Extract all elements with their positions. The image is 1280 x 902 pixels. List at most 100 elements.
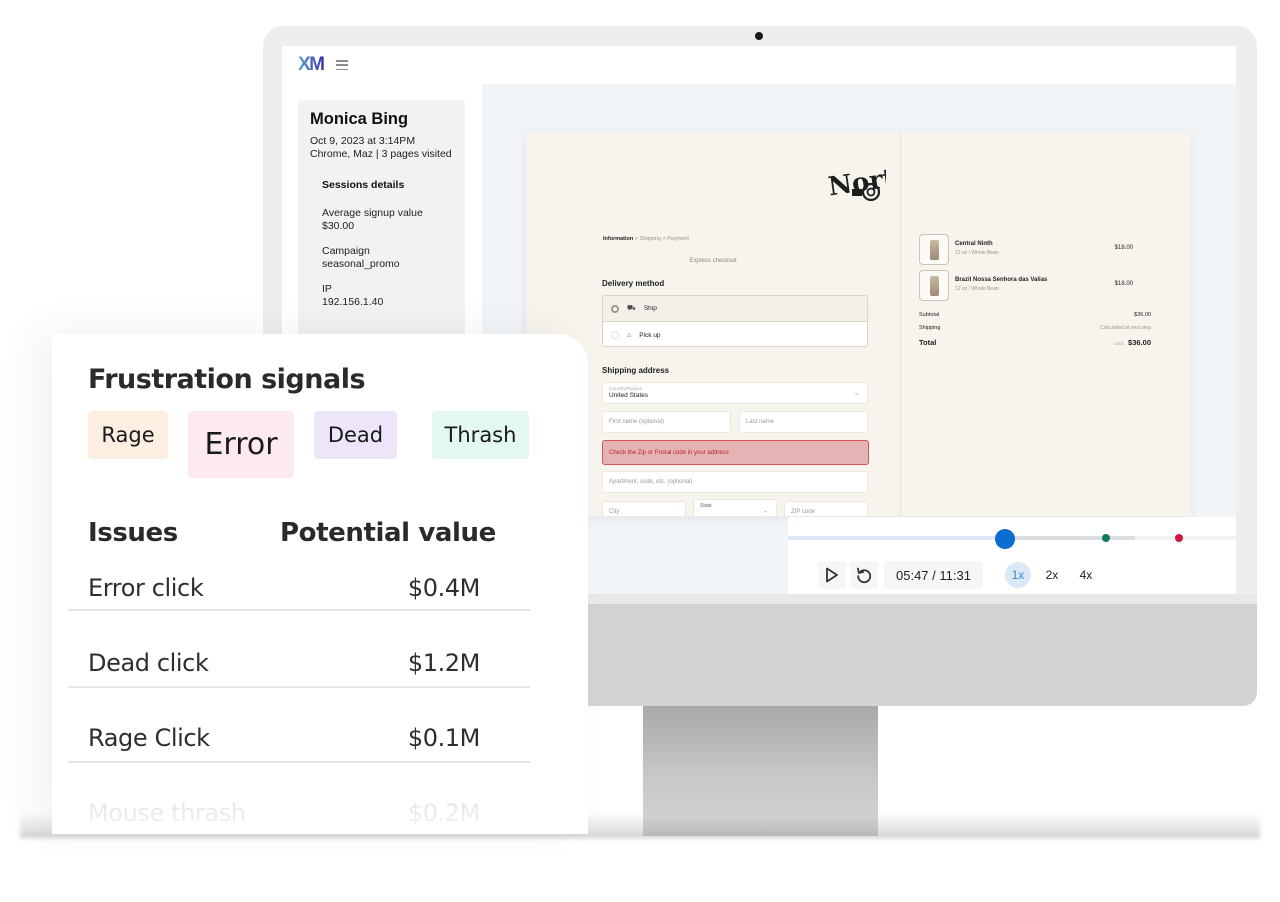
hamburger-icon[interactable] xyxy=(335,60,348,70)
player-controls: 05:47 / 11:31 1x 2x 4x xyxy=(818,561,1099,589)
truck-icon: ⛟ xyxy=(627,305,636,312)
issue-name: Mouse thrash xyxy=(88,799,246,827)
radio-unselected[interactable] xyxy=(611,331,619,339)
item-price: $18.00 xyxy=(1114,245,1133,251)
total-row: Total USD $36.00 xyxy=(919,338,1151,347)
session-device-info: Chrome, Maz | 3 pages visited xyxy=(310,148,452,160)
issue-row[interactable]: Mouse thrash $0.2M xyxy=(68,763,530,838)
issue-value: $1.2M xyxy=(407,649,481,677)
detail-value: $30.00 xyxy=(322,220,355,232)
last-name-input[interactable]: Last name xyxy=(739,411,868,433)
first-name-input[interactable]: First name (optional) xyxy=(602,411,731,433)
issue-row[interactable]: Dead click $1.2M xyxy=(68,613,530,688)
state-select[interactable]: State ⌄ xyxy=(693,499,777,516)
express-checkout-label: Express checkout xyxy=(689,258,737,264)
total-currency: USD xyxy=(1113,342,1125,347)
detail-value: 192.156.1.40 xyxy=(322,296,384,308)
issue-row[interactable]: Rage Click $0.1M xyxy=(68,688,530,763)
item-variant: 12 oz / Whole Bean xyxy=(955,250,999,256)
order-item: Central Ninth 12 oz / Whole Bean $18.00 xyxy=(919,234,1149,266)
app-header: XM xyxy=(282,46,1236,84)
chevron-down-icon: ⌄ xyxy=(853,390,859,397)
item-name: Central Ninth xyxy=(955,241,993,247)
zip-input[interactable]: ZIP code xyxy=(784,501,868,516)
monitor-chin xyxy=(588,604,1257,706)
timeline-marker-thrash[interactable] xyxy=(1101,534,1110,542)
total-label: Total xyxy=(919,338,937,347)
playback-time: 05:47 / 11:31 xyxy=(884,561,983,589)
shipping-label: Shipping xyxy=(919,325,941,331)
timeline-scrubber-handle[interactable] xyxy=(995,529,1016,549)
order-item: Brazil Nossa Senhora das Valias 12 oz / … xyxy=(919,270,1149,302)
detail-value: seasonal_promo xyxy=(322,258,400,270)
chip-error[interactable]: Error xyxy=(188,411,294,478)
restart-icon xyxy=(857,567,872,584)
total-value: $36.00 xyxy=(1128,338,1151,347)
frustration-signals-card: Frustration signals Rage Error Dead Thra… xyxy=(52,334,588,834)
apartment-input[interactable]: Apartment, suite, etc. (optional) xyxy=(602,471,868,493)
play-button[interactable] xyxy=(818,561,846,589)
subtotal-row: Subtotal $36.00 xyxy=(919,312,1151,318)
speed-1x-button[interactable]: 1x xyxy=(1004,562,1031,588)
session-detail-ip: IP 192.156.1.40 xyxy=(322,283,453,309)
delivery-option-label: Pick up xyxy=(639,331,661,339)
checkout-page-replay: North Information > Shipping > Payment E… xyxy=(526,132,1191,516)
timeline-marker-error[interactable] xyxy=(1175,534,1184,542)
item-name: Brazil Nossa Senhora das Valias xyxy=(955,277,1048,283)
radio-selected[interactable] xyxy=(611,304,619,313)
country-value: United States xyxy=(609,392,649,399)
replay-player: 05:47 / 11:31 1x 2x 4x xyxy=(788,517,1236,594)
delivery-method-options: ⛟ Ship ⌂ Pick up xyxy=(602,295,868,347)
delivery-option-label: Ship xyxy=(643,305,657,312)
issue-row[interactable]: Error click $0.4M xyxy=(68,536,530,611)
detail-label: Average signup value xyxy=(322,207,423,219)
order-summary: Central Ninth 12 oz / Whole Bean $18.00 … xyxy=(900,132,1191,516)
item-variant: 12 oz / Whole Bean xyxy=(955,286,999,292)
playback-speed-options: 1x 2x 4x xyxy=(1004,562,1099,588)
issue-value: $0.2M xyxy=(407,799,481,827)
country-select[interactable]: Country/Region United States ⌄ xyxy=(602,382,868,404)
breadcrumb-information[interactable]: Information xyxy=(603,236,633,242)
item-price: $18.00 xyxy=(1114,281,1133,287)
replay-button[interactable] xyxy=(850,561,878,589)
session-datetime: Oct 9, 2023 at 3:14PM xyxy=(310,135,416,147)
replay-area: North Information > Shipping > Payment E… xyxy=(482,84,1236,594)
shipping-value: Calculated at next step xyxy=(1100,325,1151,331)
session-details: Sessions details Average signup value $3… xyxy=(310,179,453,309)
product-image xyxy=(919,270,949,301)
shipping-row: Shipping Calculated at next step xyxy=(919,325,1151,331)
chip-rage[interactable]: Rage xyxy=(88,411,168,459)
store-icon: ⌂ xyxy=(627,331,632,339)
detail-label: IP xyxy=(322,283,332,295)
xm-logo[interactable]: XM xyxy=(298,54,325,76)
replay-timeline[interactable] xyxy=(788,529,1236,549)
zip-error-message: Check the Zip or Postal code in your add… xyxy=(602,440,869,465)
camera-icon xyxy=(755,32,763,40)
breadcrumb-shipping[interactable]: Shipping xyxy=(640,236,661,242)
session-detail-campaign: Campaign seasonal_promo xyxy=(322,245,453,271)
session-user-name: Monica Bing xyxy=(310,110,409,128)
checkout-breadcrumb: Information > Shipping > Payment xyxy=(603,236,689,242)
frustration-signals-title: Frustration signals xyxy=(88,364,366,395)
session-details-title: Sessions details xyxy=(322,179,405,191)
delivery-method-title: Delivery method xyxy=(602,279,665,288)
speed-2x-button[interactable]: 2x xyxy=(1039,562,1065,588)
breadcrumb-payment[interactable]: Payment xyxy=(667,236,689,242)
play-icon xyxy=(826,567,838,583)
state-label: State xyxy=(700,503,712,509)
breadcrumb-separator: > xyxy=(662,236,666,242)
issue-name: Dead click xyxy=(88,649,209,677)
speed-4x-button[interactable]: 4x xyxy=(1073,562,1099,588)
issue-name: Rage Click xyxy=(88,724,210,752)
chip-thrash[interactable]: Thrash xyxy=(432,411,529,459)
detail-label: Campaign xyxy=(322,245,370,257)
delivery-option-pickup[interactable]: ⌂ Pick up xyxy=(603,322,867,348)
breadcrumb-separator: > xyxy=(634,236,638,242)
chevron-down-icon: ⌄ xyxy=(762,508,768,515)
product-image xyxy=(919,234,949,265)
monitor-stand xyxy=(643,706,878,836)
delivery-option-ship[interactable]: ⛟ Ship xyxy=(603,296,867,322)
timeline-progress xyxy=(788,536,1006,540)
chip-dead[interactable]: Dead xyxy=(314,411,397,459)
city-input[interactable]: City xyxy=(602,501,686,516)
